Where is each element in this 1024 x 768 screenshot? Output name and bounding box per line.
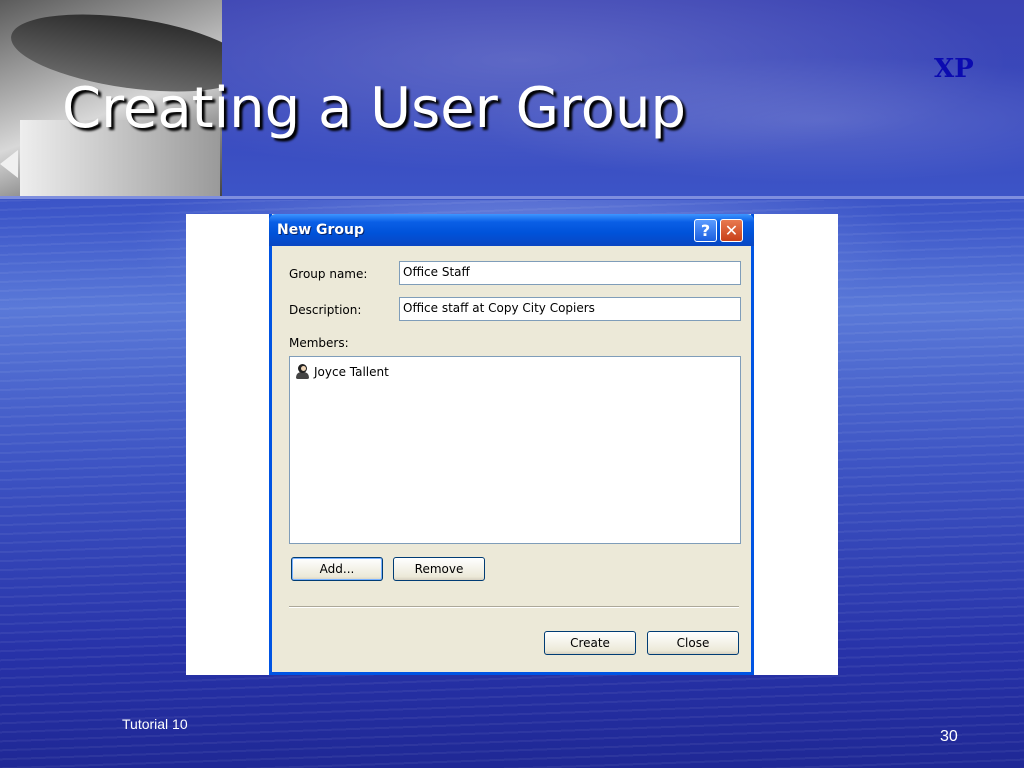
divider xyxy=(289,606,739,608)
slide-title: Creating a User Group xyxy=(62,76,687,141)
dialog-title: New Group xyxy=(277,222,365,238)
page-number: 30 xyxy=(940,728,958,745)
close-icon: ✕ xyxy=(724,221,739,240)
description-label: Description: xyxy=(289,303,362,317)
remove-button[interactable]: Remove xyxy=(393,557,485,581)
add-button[interactable]: Add... xyxy=(291,557,383,581)
xp-label: XP xyxy=(934,54,974,84)
photo-arrow-icon xyxy=(0,150,18,178)
members-label: Members: xyxy=(289,336,349,350)
group-name-label: Group name: xyxy=(289,267,368,281)
close-window-button[interactable]: ✕ xyxy=(720,219,743,242)
close-button[interactable]: Close xyxy=(647,631,739,655)
title-band: Creating a User Group XP xyxy=(0,0,1024,199)
list-item[interactable]: Joyce Tallent xyxy=(294,363,389,380)
help-button[interactable]: ? xyxy=(694,219,717,242)
member-name: Joyce Tallent xyxy=(314,364,389,379)
footer-tutorial: Tutorial 10 xyxy=(122,716,188,732)
dialog-titlebar[interactable]: New Group ? ✕ xyxy=(269,214,754,246)
group-name-input[interactable]: Office Staff xyxy=(399,261,741,285)
description-input[interactable]: Office staff at Copy City Copiers xyxy=(399,297,741,321)
user-icon xyxy=(294,363,311,380)
help-icon: ? xyxy=(700,221,711,240)
members-list[interactable]: Joyce Tallent xyxy=(289,356,741,544)
new-group-dialog: New Group ? ✕ Group name: Office Staff D… xyxy=(269,214,754,675)
create-button[interactable]: Create xyxy=(544,631,636,655)
